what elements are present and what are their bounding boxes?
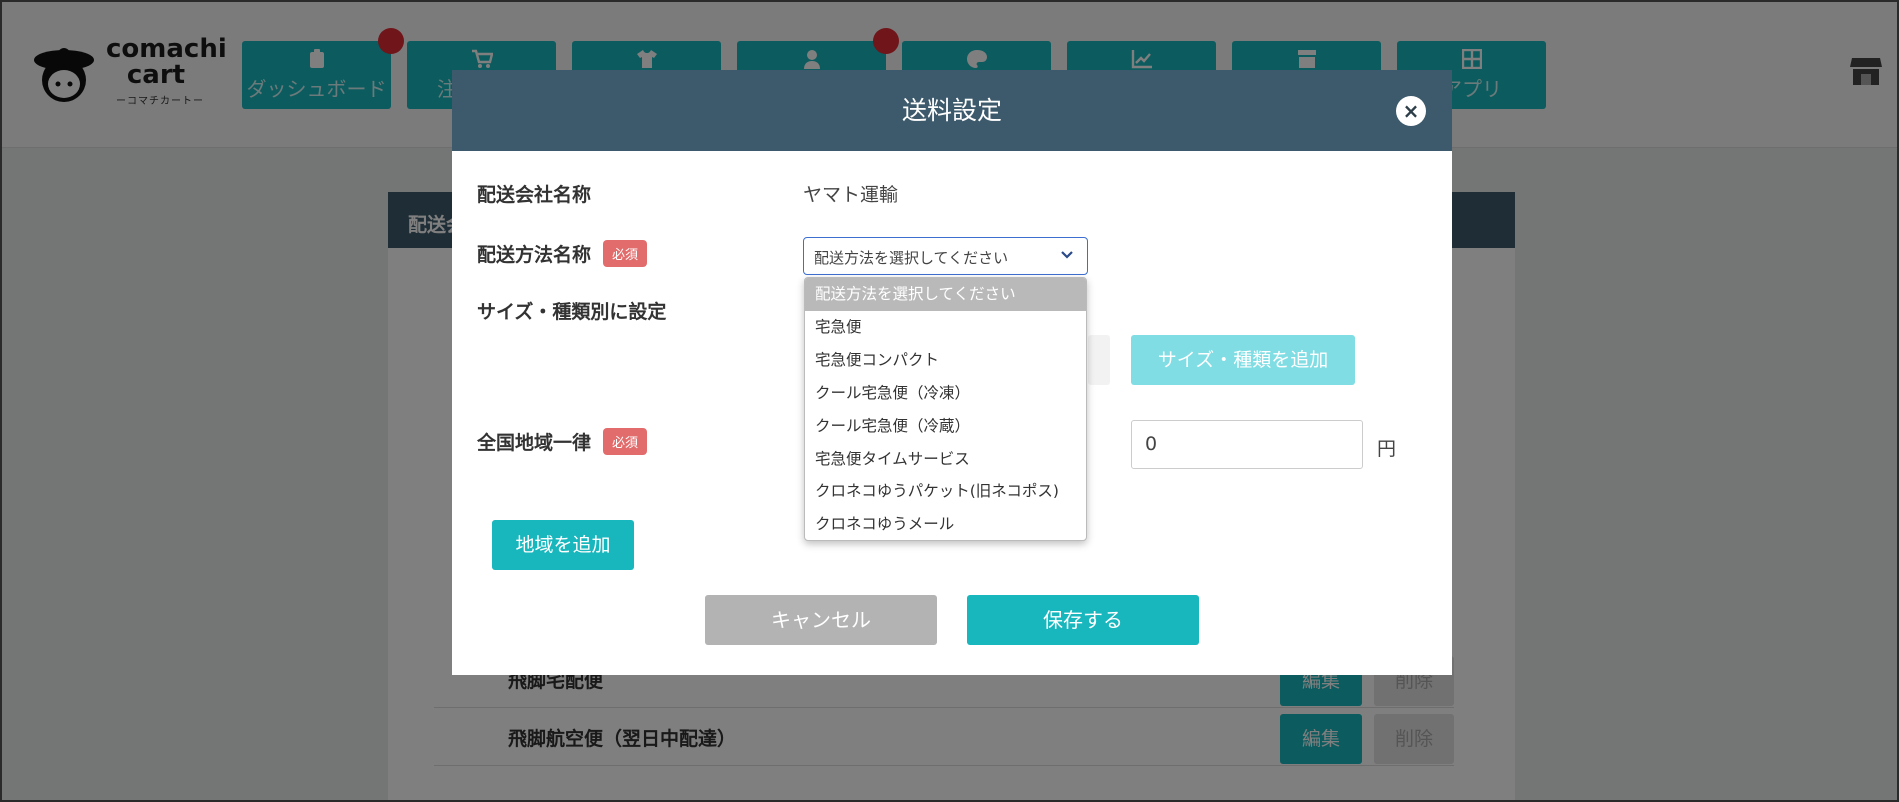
dropdown-option[interactable]: クール宅急便（冷蔵） [805,410,1086,443]
nationwide-label: 全国地域一律 必須 [477,428,648,457]
yen-unit: 円 [1377,438,1397,460]
dropdown-option[interactable]: クロネコゆうメール [805,508,1086,540]
close-icon[interactable]: × [1396,96,1426,126]
shipping-settings-modal: 送料設定 × 配送会社名称 ヤマト運輸 配送方法名称 必須 配送方法を選択してくだ… [452,70,1452,675]
select-value: 配送方法を選択してください [814,249,1009,267]
nationwide-price-input[interactable]: 0 [1131,420,1363,469]
required-badge: 必須 [603,240,648,267]
cancel-button[interactable]: キャンセル [705,595,937,645]
add-region-button[interactable]: 地域を追加 [492,520,634,570]
dropdown-option[interactable]: 配送方法を選択してください [805,278,1086,311]
carrier-value: ヤマト運輸 [803,184,899,206]
modal-header: 送料設定 × [452,70,1452,151]
dropdown-option[interactable]: クロネコゆうパケット(旧ネコポス) [805,475,1086,508]
method-label-text: 配送方法名称 [477,244,592,266]
required-badge: 必須 [603,428,648,455]
dropdown-option[interactable]: クール宅急便（冷凍） [805,377,1086,410]
dropdown-option[interactable]: 宅急便タイムサービス [805,443,1086,476]
nationwide-label-text: 全国地域一律 [477,432,592,454]
save-button[interactable]: 保存する [967,595,1199,645]
dropdown-option[interactable]: 宅急便コンパクト [805,344,1086,377]
size-type-label: サイズ・種類別に設定 [477,301,667,323]
carrier-label: 配送会社名称 [477,184,592,206]
method-label: 配送方法名称 必須 [477,240,648,269]
chevron-down-icon [1061,251,1073,259]
shipping-method-select[interactable]: 配送方法を選択してください [803,237,1088,275]
dropdown-option[interactable]: 宅急便 [805,311,1086,344]
hidden-button [1088,335,1110,385]
shipping-method-dropdown: 配送方法を選択してください 宅急便 宅急便コンパクト クール宅急便（冷凍） クー… [804,277,1087,541]
add-size-type-button[interactable]: サイズ・種類を追加 [1131,335,1355,385]
modal-title: 送料設定 [901,96,1002,125]
app-frame: comachi cart ーコマチカートー ダッシュボード 注 [0,0,1899,802]
